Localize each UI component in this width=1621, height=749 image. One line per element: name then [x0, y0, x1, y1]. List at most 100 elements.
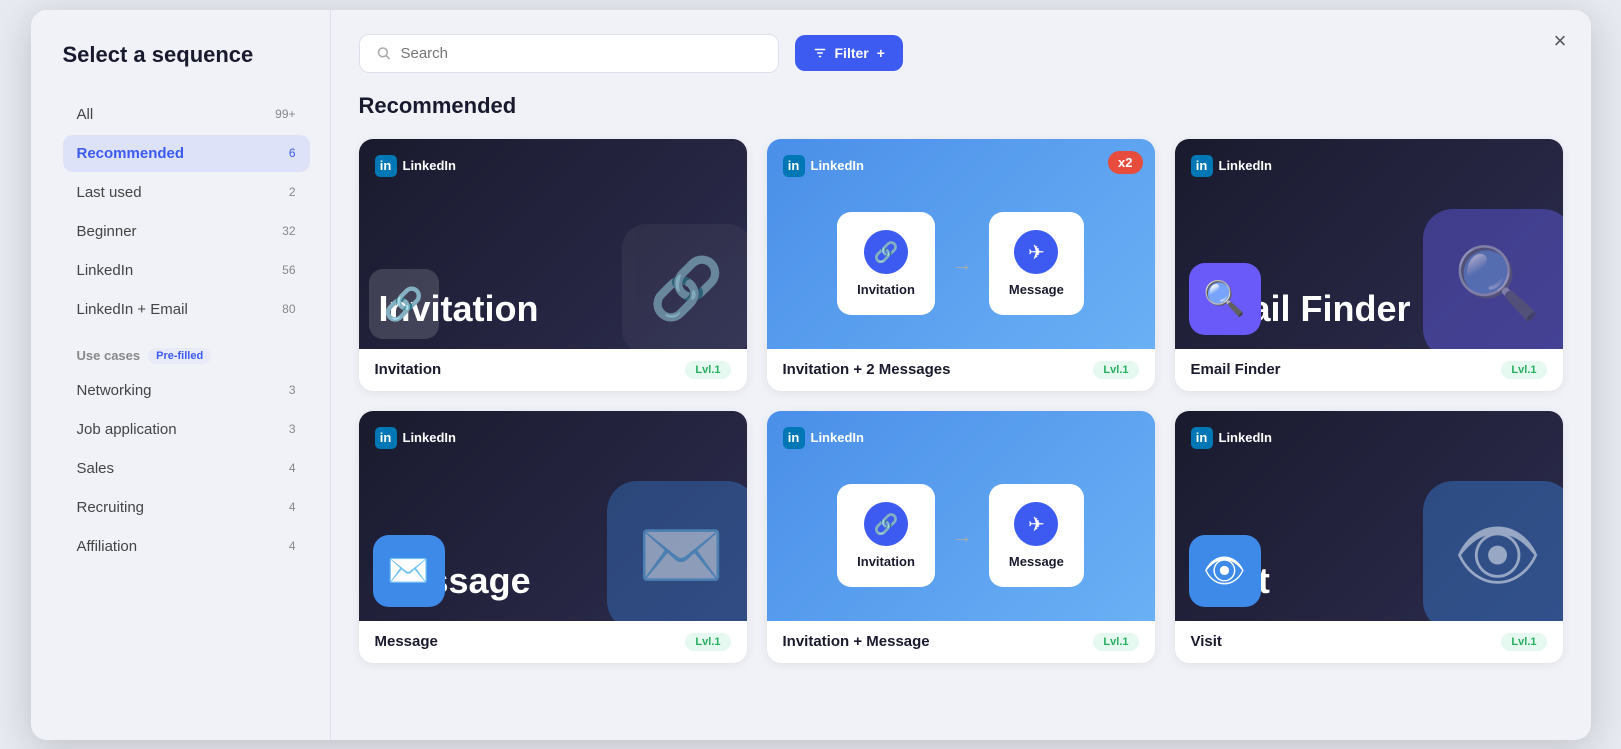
sidebar-item-beginner[interactable]: Beginner 32 [63, 213, 310, 250]
flow-box-invitation: 🔗 Invitation [837, 212, 935, 315]
main-content: Filter + Recommended in LinkedIn Invitat… [331, 10, 1591, 740]
sidebar-item-networking[interactable]: Networking 3 [63, 372, 310, 409]
chain-icon-large: 🔗 [622, 224, 747, 349]
sidebar-item-job-application[interactable]: Job application 3 [63, 411, 310, 448]
sidebar-label: Networking [77, 382, 152, 399]
use-cases-section-label: Use cases Pre-filled [77, 348, 310, 364]
sidebar-item-sales[interactable]: Sales 4 [63, 450, 310, 487]
sidebar-label: LinkedIn [77, 262, 134, 279]
card-email-finder[interactable]: in LinkedIn Email Finder 🔍 🔍 Email Finde… [1175, 139, 1563, 391]
paper-plane-icon-large: ✉️ [607, 481, 747, 621]
card-thumb-message: in LinkedIn Message ✉️ ✉️ [359, 411, 747, 621]
card-footer: Invitation Lvl.1 [359, 349, 747, 391]
card-name: Email Finder [1191, 361, 1281, 378]
sidebar-count: 3 [289, 383, 296, 397]
filter-label: Filter [835, 45, 869, 61]
card-footer: Invitation + Message Lvl.1 [767, 621, 1155, 663]
li-text: LinkedIn [403, 158, 456, 173]
li-text: LinkedIn [1219, 430, 1272, 445]
sidebar-item-linkedin-email[interactable]: LinkedIn + Email 80 [63, 291, 310, 328]
sidebar-count: 4 [289, 500, 296, 514]
close-button[interactable]: × [1554, 30, 1567, 52]
card-name: Invitation [375, 361, 442, 378]
paper-plane-icon-small: ✉️ [373, 535, 445, 607]
li-text: LinkedIn [811, 158, 864, 173]
filter-plus: + [877, 45, 885, 61]
li-badge: in LinkedIn [1191, 155, 1272, 177]
card-invitation-message[interactable]: in LinkedIn 🔗 Invitation → ✈ Message [767, 411, 1155, 663]
link-icon: 🔗 [864, 230, 908, 274]
sidebar-count: 99+ [275, 107, 295, 121]
sidebar-label: Recruiting [77, 499, 145, 516]
sidebar-count: 56 [282, 263, 295, 277]
sidebar-label: Last used [77, 184, 142, 201]
link-icon: 🔗 [864, 502, 908, 546]
sidebar-count: 32 [282, 224, 295, 238]
flow-box-message: ✈ Message [989, 212, 1084, 315]
level-badge: Lvl.1 [1501, 361, 1546, 379]
sidebar-count: 4 [289, 539, 296, 553]
send-icon: ✈ [1014, 230, 1058, 274]
sidebar-label: Recommended [77, 145, 185, 162]
flow-box-label: Invitation [857, 282, 915, 297]
sidebar-label: Job application [77, 421, 177, 438]
sidebar-count: 3 [289, 422, 296, 436]
li-badge: in LinkedIn [1191, 427, 1272, 449]
linkedin-icon: in [1191, 427, 1213, 449]
card-name: Message [375, 633, 438, 650]
card-thumb-inv2msg: in LinkedIn x2 🔗 Invitation → ✈ Message [767, 139, 1155, 349]
card-visit[interactable]: in LinkedIn Visit 👁 👁 Visit Lvl.1 [1175, 411, 1563, 663]
flow-box-label: Message [1009, 554, 1064, 569]
sidebar-count: 4 [289, 461, 296, 475]
sidebar-label: Beginner [77, 223, 137, 240]
level-badge: Lvl.1 [685, 633, 730, 651]
modal-title: Select a sequence [63, 42, 310, 68]
sidebar-label: All [77, 106, 94, 123]
linkedin-icon: in [783, 155, 805, 177]
select-sequence-modal: Select a sequence All 99+ Recommended 6 … [31, 10, 1591, 740]
filter-button[interactable]: Filter + [795, 35, 903, 71]
sidebar-count: 80 [282, 302, 295, 316]
eye-icon-large: 👁 [1423, 481, 1563, 621]
linkedin-icon: in [375, 427, 397, 449]
top-bar: Filter + [359, 34, 1563, 73]
card-message[interactable]: in LinkedIn Message ✉️ ✉️ Message Lvl.1 [359, 411, 747, 663]
level-badge: Lvl.1 [1501, 633, 1546, 651]
sidebar-count: 6 [289, 146, 296, 160]
sidebar-item-recruiting[interactable]: Recruiting 4 [63, 489, 310, 526]
card-thumb-invitation: in LinkedIn Invitation 🔗 🔗 [359, 139, 747, 349]
card-name: Invitation + 2 Messages [783, 361, 951, 378]
card-invitation-2-messages[interactable]: in LinkedIn x2 🔗 Invitation → ✈ Message [767, 139, 1155, 391]
search-thumb-icon: 🔍 [1189, 263, 1261, 335]
card-invitation[interactable]: in LinkedIn Invitation 🔗 🔗 Invitation Lv… [359, 139, 747, 391]
search-thumb-large: 🔍 [1423, 209, 1563, 349]
flow-arrow: → [951, 251, 973, 277]
flow-box-message2: ✈ Message [989, 484, 1084, 587]
card-footer: Visit Lvl.1 [1175, 621, 1563, 663]
card-footer: Message Lvl.1 [359, 621, 747, 663]
linkedin-icon: in [1191, 155, 1213, 177]
card-footer: Invitation + 2 Messages Lvl.1 [767, 349, 1155, 391]
level-badge: Lvl.1 [1093, 361, 1138, 379]
sidebar-item-affiliation[interactable]: Affiliation 4 [63, 528, 310, 565]
search-input[interactable] [400, 45, 761, 62]
card-name: Visit [1191, 633, 1222, 650]
sidebar-label: LinkedIn + Email [77, 301, 188, 318]
card-name: Invitation + Message [783, 633, 930, 650]
li-text: LinkedIn [811, 430, 864, 445]
sidebar-count: 2 [289, 185, 296, 199]
sidebar-item-linkedin[interactable]: LinkedIn 56 [63, 252, 310, 289]
send-icon: ✈ [1014, 502, 1058, 546]
sidebar-item-all[interactable]: All 99+ [63, 96, 310, 133]
chain-icon-small: 🔗 [369, 269, 439, 339]
sidebar-item-last-used[interactable]: Last used 2 [63, 174, 310, 211]
sidebar-item-recommended[interactable]: Recommended 6 [63, 135, 310, 172]
sidebar-label: Affiliation [77, 538, 138, 555]
card-thumb-inv-msg: in LinkedIn 🔗 Invitation → ✈ Message [767, 411, 1155, 621]
flow-box-label: Invitation [857, 554, 915, 569]
card-footer: Email Finder Lvl.1 [1175, 349, 1563, 391]
level-badge: Lvl.1 [685, 361, 730, 379]
eye-icon-small: 👁 [1189, 535, 1261, 607]
search-box[interactable] [359, 34, 779, 73]
filter-icon [813, 46, 827, 60]
